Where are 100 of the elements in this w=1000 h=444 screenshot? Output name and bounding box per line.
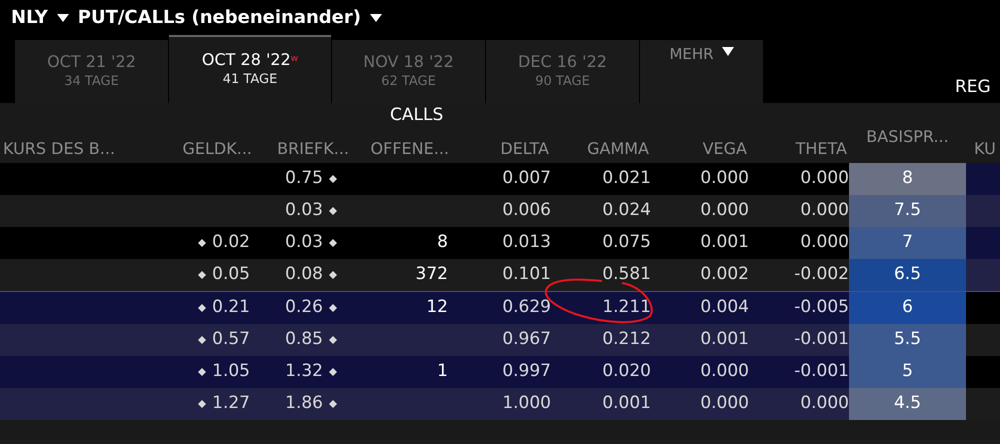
strike-cell: 5.5 (849, 324, 966, 356)
ask-price: 1.32 (285, 360, 323, 384)
gamma-value: 0.001 (602, 392, 651, 416)
gamma-value: 0.212 (602, 328, 651, 352)
diamond-icon[interactable] (329, 271, 337, 279)
bid-price: 1.27 (212, 392, 250, 416)
delta-value: 0.997 (502, 360, 551, 384)
bid-price: 0.57 (212, 328, 250, 352)
theta-value: 0.000 (800, 167, 849, 190)
gamma-value: 0.021 (602, 167, 651, 190)
diamond-icon[interactable] (329, 368, 337, 376)
expiry-tab[interactable]: OCT 28 '22$^{w}$ 41 TAGE (169, 35, 331, 103)
delta-value: 0.013 (502, 231, 551, 254)
column-header[interactable]: KURS DES B... (0, 137, 157, 161)
ask-price: 0.75 (285, 167, 323, 190)
theta-value: 0.000 (800, 392, 849, 416)
ask-price: 0.08 (285, 263, 323, 286)
diamond-icon[interactable] (329, 336, 337, 344)
bid-price: 0.21 (212, 296, 250, 320)
vega-value: 0.000 (700, 167, 749, 190)
delta-value: 0.007 (502, 167, 551, 190)
diamond-icon[interactable] (329, 304, 337, 312)
put-cell (966, 227, 1000, 259)
table-row[interactable]: 1.05 1.32 1 0.997 0.020 0.000 -0.001 (0, 356, 849, 388)
column-header[interactable]: BRIEFK... (254, 137, 351, 161)
diamond-icon[interactable] (198, 239, 206, 247)
column-header[interactable]: GELDK... (157, 137, 254, 161)
symbol-label[interactable]: NLY (11, 4, 48, 31)
put-cell (966, 195, 1000, 227)
calls-title: CALLS (390, 104, 444, 126)
ask-price: 1.86 (285, 392, 323, 416)
diamond-icon[interactable] (329, 239, 337, 247)
more-menu-button[interactable]: MEHR (640, 40, 763, 103)
vega-value: 0.002 (700, 263, 749, 286)
ask-price: 0.03 (285, 199, 323, 222)
ask-price: 0.03 (285, 231, 323, 254)
column-header[interactable]: KU (966, 137, 1000, 161)
column-header[interactable]: VEGA (651, 137, 749, 161)
bid-price: 1.05 (212, 360, 250, 384)
column-header[interactable]: DELTA (451, 137, 551, 161)
strike-cell: 8 (849, 163, 966, 195)
vega-value: 0.000 (700, 392, 749, 416)
bid-price: 0.05 (212, 263, 250, 286)
column-header[interactable]: GAMMA (551, 137, 651, 161)
strike-cell: 5 (849, 356, 966, 388)
strike-cell: 7 (849, 227, 966, 259)
gamma-value: 0.075 (602, 231, 651, 254)
put-cell (966, 356, 1000, 388)
open-interest: 372 (416, 263, 448, 286)
caret-icon (56, 12, 70, 22)
section-label: REG (955, 76, 991, 99)
view-title[interactable]: PUT/CALLs (nebeneinander) (78, 4, 361, 31)
delta-value: 0.006 (502, 199, 551, 222)
column-header[interactable]: THETA (749, 137, 849, 161)
table-row[interactable]: 0.75 0.007 0.021 0.000 0.000 (0, 163, 849, 195)
diamond-icon[interactable] (198, 336, 206, 344)
delta-value: 0.967 (502, 328, 551, 352)
vega-value: 0.000 (700, 360, 749, 384)
expiry-tab[interactable]: NOV 18 '22 62 TAGE (332, 40, 485, 103)
bid-price: 0.02 (212, 231, 250, 254)
diamond-icon[interactable] (198, 400, 206, 408)
put-cell (966, 163, 1000, 195)
diamond-icon[interactable] (198, 271, 206, 279)
gamma-value: 0.020 (602, 360, 651, 384)
column-header[interactable]: BASISPR... (849, 125, 966, 149)
diamond-icon[interactable] (329, 400, 337, 408)
open-interest: 1 (437, 360, 448, 384)
ask-price: 0.26 (285, 296, 323, 320)
strike-cell: 6.5 (849, 259, 966, 291)
theta-value: -0.005 (794, 296, 849, 320)
vega-value: 0.001 (700, 231, 749, 254)
theta-value: 0.000 (800, 199, 849, 222)
delta-value: 1.000 (502, 392, 551, 416)
expiry-tab[interactable]: DEC 16 '22 90 TAGE (486, 40, 639, 103)
table-row[interactable]: 0.02 0.03 8 0.013 0.075 0.001 0.000 (0, 227, 849, 259)
put-cell (966, 259, 1000, 291)
theta-value: -0.002 (794, 263, 849, 286)
gamma-value: 0.581 (602, 263, 651, 286)
gamma-value: 1.211 (602, 296, 651, 320)
vega-value: 0.001 (700, 328, 749, 352)
caret-icon (369, 12, 383, 22)
table-row[interactable]: 0.57 0.85 0.967 0.212 0.001 -0.001 (0, 324, 849, 356)
diamond-icon[interactable] (329, 175, 337, 183)
ask-price: 0.85 (285, 328, 323, 352)
theta-value: 0.000 (800, 231, 849, 254)
theta-value: -0.001 (794, 328, 849, 352)
table-row[interactable]: 0.21 0.26 12 0.629 1.211 0.004 -0.005 (0, 292, 849, 324)
diamond-icon[interactable] (329, 207, 337, 215)
open-interest: 8 (437, 231, 448, 254)
table-row[interactable]: 1.27 1.86 1.000 0.001 0.000 0.000 (0, 388, 849, 420)
delta-value: 0.101 (502, 263, 551, 286)
open-interest: 12 (426, 296, 448, 320)
column-header[interactable]: OFFENE... (351, 137, 451, 161)
strike-cell: 4.5 (849, 388, 966, 420)
diamond-icon[interactable] (198, 304, 206, 312)
gamma-value: 0.024 (602, 199, 651, 222)
strike-cell: 7.5 (849, 195, 966, 227)
diamond-icon[interactable] (198, 368, 206, 376)
delta-value: 0.629 (502, 296, 551, 320)
expiry-tab[interactable]: OCT 21 '22 34 TAGE (15, 40, 168, 103)
